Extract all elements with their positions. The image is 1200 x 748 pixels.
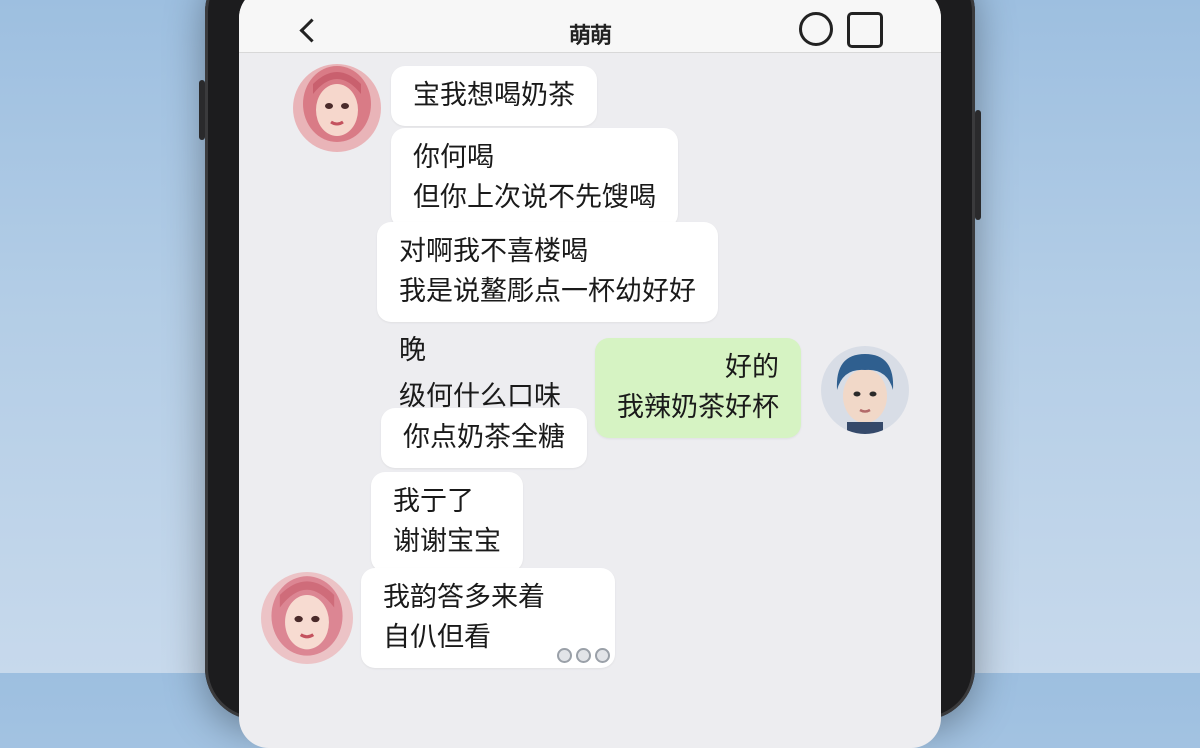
message-text: 晚: [399, 335, 426, 366]
message-text: 谢谢宝宝: [393, 526, 501, 557]
dot: [557, 648, 572, 663]
message-text: 但你上次说不先馊喝: [413, 182, 656, 213]
phone-side-button: [975, 110, 981, 220]
message-text: 自仈但看: [383, 622, 491, 653]
dot: [595, 648, 610, 663]
message-bubble-self[interactable]: 好的 我辣奶茶好杯: [595, 338, 801, 438]
message-bubble[interactable]: 对啊我不喜楼喝 我是说鳌彫点一杯幼好好: [377, 222, 718, 322]
message-bubble[interactable]: 我亍了 谢谢宝宝: [371, 472, 523, 572]
phone-frame: 萌萌 宝我想喝奶茶 你何喝 但你上次说不先馊喝 对啊我不喜楼喝 我是说鳌彫点一杯…: [199, 0, 981, 748]
message-text: 我亍了: [393, 486, 474, 517]
message-text: 宝我想喝奶茶: [413, 80, 575, 111]
message-text: 我辣奶茶好杯: [617, 392, 779, 423]
message-text: 好的: [725, 352, 779, 383]
chat-title: 萌萌: [568, 24, 611, 49]
more-icon[interactable]: [847, 12, 883, 48]
avatar-girl[interactable]: [261, 572, 353, 664]
message-text: 你点奶茶全糖: [403, 422, 565, 453]
phone-side-button: [199, 80, 205, 140]
message-text: 对啊我不喜楼喝: [399, 236, 588, 267]
message-text: 你何喝: [413, 142, 494, 173]
dot: [576, 648, 591, 663]
message-plain[interactable]: 晚 级何什么口味: [399, 328, 561, 420]
message-bubble[interactable]: 你何喝 但你上次说不先馊喝: [391, 128, 678, 228]
chat-header: 萌萌: [239, 0, 941, 53]
avatar-girl[interactable]: [293, 64, 381, 152]
message-text: 我是说鳌彫点一杯幼好好: [399, 276, 696, 307]
message-text: 我韵答多来着: [383, 582, 545, 613]
call-icon[interactable]: [799, 12, 833, 46]
typing-dots-icon: [557, 648, 610, 663]
avatar-boy[interactable]: [821, 346, 909, 434]
message-bubble[interactable]: 宝我想喝奶茶: [391, 66, 597, 126]
chat-screen: 萌萌 宝我想喝奶茶 你何喝 但你上次说不先馊喝 对啊我不喜楼喝 我是说鳌彫点一杯…: [239, 0, 941, 748]
message-bubble[interactable]: 你点奶茶全糖: [381, 408, 587, 468]
